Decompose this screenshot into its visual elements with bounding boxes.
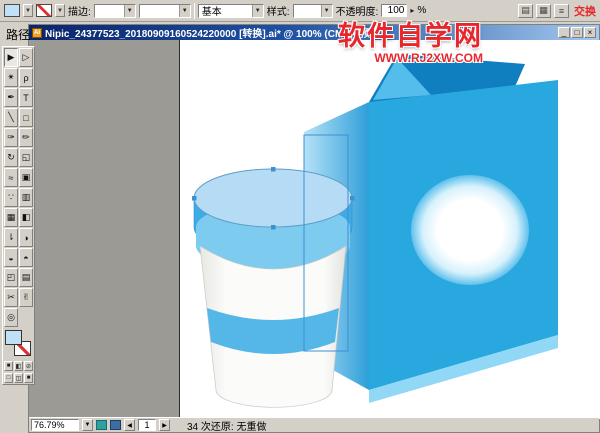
separator bbox=[194, 3, 195, 19]
stroke-dropdown-arrow-icon[interactable]: ▼ bbox=[55, 4, 65, 17]
fill-swatch[interactable] bbox=[5, 330, 22, 345]
paintbrush-tool[interactable]: ✑ bbox=[4, 128, 18, 147]
opacity-popup-arrow-icon[interactable]: ▸ bbox=[410, 6, 414, 15]
opacity-label: 不透明度: bbox=[336, 3, 379, 18]
scale-tool[interactable]: ◱ bbox=[19, 148, 33, 167]
window-buttons: _ □ × bbox=[558, 27, 596, 38]
history-status-text: 34 次还原: 无重做 bbox=[187, 418, 266, 433]
appearance-dropdown[interactable]: 基本 ▼ bbox=[198, 4, 264, 18]
previous-page-button[interactable]: ◀ bbox=[124, 419, 135, 431]
cup-lid-top[interactable] bbox=[194, 169, 352, 227]
live-paint-selection-tool[interactable]: ◓ bbox=[19, 248, 33, 267]
lasso-tool[interactable]: ρ bbox=[19, 68, 33, 87]
blend-tool[interactable]: ◑ bbox=[19, 228, 33, 247]
toolbox: ▶ ▷ ✴ ρ ✒ T ╲ □ ✑ ✏ ↻ ◱ ≈ ▣ ∵ ▥ ▦ ◧ ⇂ ◑ … bbox=[2, 46, 35, 385]
free-transform-tool[interactable]: ▣ bbox=[19, 168, 33, 187]
panel-icon-a[interactable]: ▤ bbox=[518, 4, 533, 18]
control-bar: ▼ ▼ 描边: ▼ ▼ 基本 ▼ 样式: ▼ 不透明度: 100 ▸ % ▤ ▦… bbox=[0, 0, 600, 22]
percent-label: % bbox=[417, 5, 426, 16]
screen-mode-buttons: □ ◫ ■ bbox=[4, 373, 33, 383]
gradient-tool[interactable]: ◧ bbox=[19, 208, 33, 227]
document-icon: Ai bbox=[32, 28, 42, 38]
document-window: Ai Nipic_24377523_20180909160524220000 [… bbox=[28, 24, 600, 433]
pencil-tool[interactable]: ✏ bbox=[19, 128, 33, 147]
magic-wand-tool[interactable]: ✴ bbox=[4, 68, 18, 87]
style-dropdown[interactable]: ▼ bbox=[293, 4, 333, 18]
anchor-point[interactable] bbox=[271, 167, 276, 172]
fill-color-swatch[interactable] bbox=[4, 4, 20, 17]
close-button[interactable]: × bbox=[584, 27, 596, 38]
color-mode-buttons: ■ ◧ ⊘ bbox=[4, 361, 33, 371]
mesh-tool[interactable]: ▦ bbox=[4, 208, 18, 227]
live-paint-bucket-tool[interactable]: ◒ bbox=[4, 248, 18, 267]
pen-tool[interactable]: ✒ bbox=[4, 88, 18, 107]
zoom-dropdown-arrow-icon[interactable]: ▼ bbox=[82, 419, 93, 431]
minimize-button[interactable]: _ bbox=[558, 27, 570, 38]
object-type-label: 路径 bbox=[6, 26, 30, 43]
brush-dropdown[interactable]: ▼ bbox=[139, 4, 191, 18]
type-tool[interactable]: T bbox=[19, 88, 33, 107]
document-title-bar[interactable]: Ai Nipic_24377523_20180909160524220000 [… bbox=[29, 25, 599, 40]
opacity-input[interactable]: 100 bbox=[381, 4, 407, 17]
graph-tool[interactable]: ▥ bbox=[19, 188, 33, 207]
illustrator-app: ▼ ▼ 描边: ▼ ▼ 基本 ▼ 样式: ▼ 不透明度: 100 ▸ % ▤ ▦… bbox=[0, 0, 600, 433]
chevron-down-icon[interactable]: ▼ bbox=[124, 5, 135, 17]
direct-selection-tool[interactable]: ▷ bbox=[19, 48, 33, 67]
anchor-point[interactable] bbox=[192, 196, 197, 201]
chevron-down-icon[interactable]: ▼ bbox=[252, 5, 263, 17]
zoom-level[interactable]: 76.79% bbox=[31, 419, 79, 431]
swap-link[interactable]: 交换 bbox=[574, 3, 596, 19]
zoom-tool[interactable]: ◎ bbox=[4, 308, 18, 327]
status-icon-2[interactable] bbox=[110, 420, 121, 430]
crop-tool[interactable]: ◰ bbox=[4, 268, 18, 287]
style-label: 样式: bbox=[267, 3, 290, 18]
rectangle-tool[interactable]: □ bbox=[19, 108, 33, 127]
fullscreen-button[interactable]: ■ bbox=[24, 373, 33, 383]
status-icon-1[interactable] bbox=[96, 420, 107, 430]
selection-tool[interactable]: ▶ bbox=[4, 48, 18, 67]
standard-screen-button[interactable]: □ bbox=[4, 373, 13, 383]
symbol-sprayer-tool[interactable]: ∵ bbox=[4, 188, 18, 207]
color-button[interactable]: ■ bbox=[4, 361, 13, 371]
gradient-button[interactable]: ◧ bbox=[14, 361, 23, 371]
chevron-down-icon[interactable]: ▼ bbox=[321, 5, 332, 17]
next-page-button[interactable]: ▶ bbox=[159, 419, 170, 431]
stroke-weight-dropdown[interactable]: ▼ bbox=[94, 4, 136, 18]
slice-tool[interactable]: ▤ bbox=[19, 268, 33, 287]
chevron-down-icon[interactable]: ▼ bbox=[179, 5, 190, 17]
fullscreen-menu-button[interactable]: ◫ bbox=[14, 373, 23, 383]
fill-dropdown-arrow-icon[interactable]: ▼ bbox=[23, 4, 33, 17]
status-bar: 76.79% ▼ ◀ 1 ▶ 34 次还原: 无重做 bbox=[29, 417, 599, 432]
none-button[interactable]: ⊘ bbox=[24, 361, 33, 371]
artwork-svg bbox=[29, 40, 600, 419]
canvas-scratch-area[interactable] bbox=[29, 40, 600, 419]
line-segment-tool[interactable]: ╲ bbox=[4, 108, 18, 127]
anchor-point[interactable] bbox=[350, 196, 355, 201]
bag-circle[interactable] bbox=[411, 175, 529, 285]
rotate-tool[interactable]: ↻ bbox=[4, 148, 18, 167]
maximize-button[interactable]: □ bbox=[571, 27, 583, 38]
eyedropper-tool[interactable]: ⇂ bbox=[4, 228, 18, 247]
stroke-color-swatch[interactable] bbox=[36, 4, 52, 17]
stroke-label: 描边: bbox=[68, 3, 91, 18]
scissors-tool[interactable]: ✂ bbox=[4, 288, 18, 307]
panel-icon-c[interactable]: ≡ bbox=[554, 4, 569, 18]
hand-tool[interactable]: ✌ bbox=[19, 288, 33, 307]
anchor-point[interactable] bbox=[271, 225, 276, 230]
fill-stroke-swatches bbox=[4, 329, 33, 359]
document-title: Nipic_24377523_20180909160524220000 [转换]… bbox=[45, 25, 383, 40]
appearance-value: 基本 bbox=[202, 3, 222, 18]
panel-icon-b[interactable]: ▦ bbox=[536, 4, 551, 18]
tool-grid: ▶ ▷ ✴ ρ ✒ T ╲ □ ✑ ✏ ↻ ◱ ≈ ▣ ∵ ▥ ▦ ◧ ⇂ ◑ … bbox=[4, 48, 33, 327]
warp-tool[interactable]: ≈ bbox=[4, 168, 18, 187]
page-number-input[interactable]: 1 bbox=[138, 419, 156, 431]
